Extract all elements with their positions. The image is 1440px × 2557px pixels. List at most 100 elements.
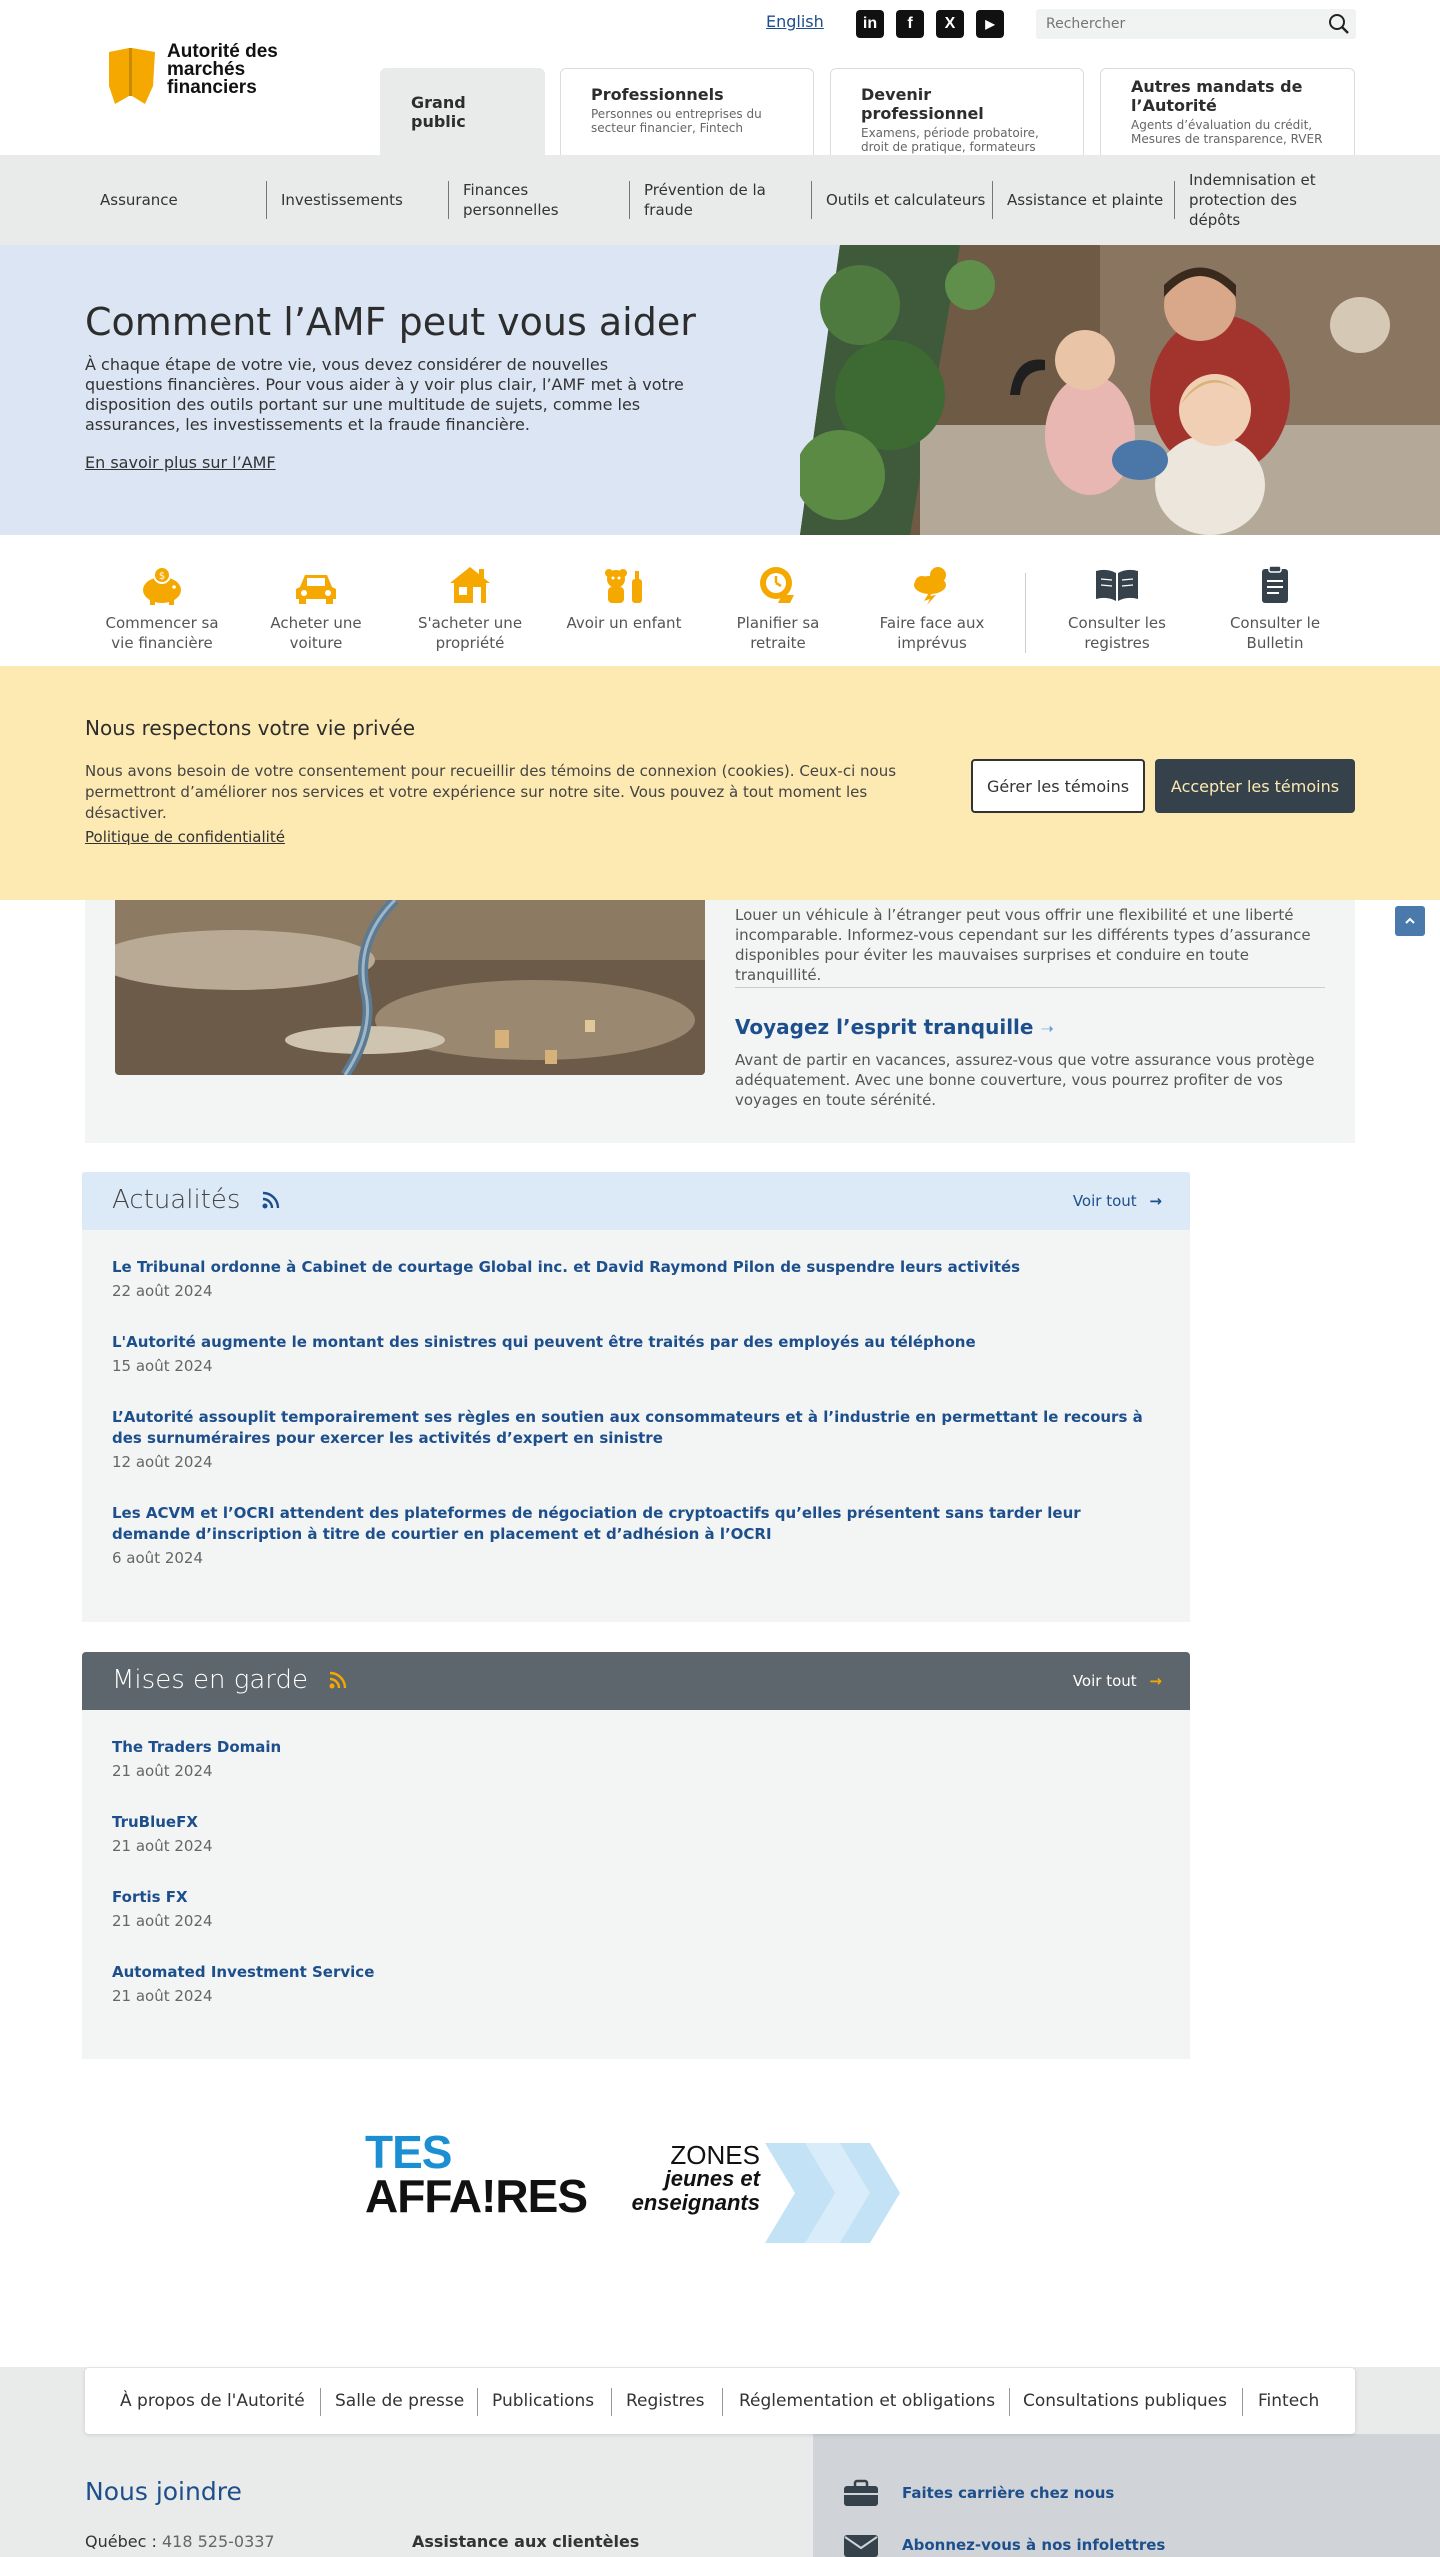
nav-item-assurance[interactable]: Assurance [85, 155, 265, 245]
quick-link-bulletin[interactable]: Consulter le Bulletin [1205, 565, 1345, 653]
footer-divider [1009, 2388, 1010, 2416]
feature-title-2-text: Voyagez l’esprit tranquille [735, 1015, 1034, 1039]
arrow-right-icon: ➝ [1040, 1019, 1054, 1038]
news-item-date: 15 août 2024 [112, 1357, 213, 1375]
quick-link-imprevus[interactable]: Faire face aux imprévus [862, 565, 1002, 653]
quick-link-label: Planifier sa retraite [736, 614, 820, 652]
logo-text: Autorité des marchés financiers [167, 41, 278, 98]
nav-item-finances-personnelles[interactable]: Finances personnelles [448, 155, 598, 245]
feature-title-2[interactable]: Voyagez l’esprit tranquille ➝ [735, 1015, 1054, 1039]
footer-link-fintech[interactable]: Fintech [1258, 2368, 1319, 2434]
arrow-right-icon: → [1149, 1672, 1162, 1690]
zones-jeunes-logo[interactable]: ZONES jeunes et enseignants [630, 2135, 910, 2245]
footer-link-reglementation[interactable]: Réglementation et obligations [739, 2368, 995, 2434]
rss-icon[interactable] [261, 1190, 281, 1210]
news-item-title: L'Autorité augmente le montant des sinis… [112, 1333, 976, 1351]
tab-professionnels-label: Professionnels [591, 85, 724, 104]
x-twitter-icon[interactable]: X [936, 10, 964, 38]
footer-link-salle-de-presse[interactable]: Salle de presse [335, 2368, 464, 2434]
news-item-date: 6 août 2024 [112, 1549, 204, 1567]
footer-link-a-propos[interactable]: À propos de l'Autorité [120, 2368, 305, 2434]
news-item-date: 12 août 2024 [112, 1453, 213, 1471]
chevron-up-icon [1405, 917, 1415, 924]
quick-link-voiture[interactable]: Acheter une voiture [246, 565, 386, 653]
news-header: Actualités Voir tout → [82, 1172, 1190, 1230]
amf-logo-mark-icon [109, 48, 155, 104]
feature-divider [735, 987, 1325, 988]
language-link[interactable]: English [766, 12, 824, 31]
accept-cookies-button[interactable]: Accepter les témoins [1155, 759, 1355, 813]
quick-link-registres[interactable]: Consulter les registres [1047, 565, 1187, 653]
nav-item-assistance-plainte[interactable]: Assistance et plainte [992, 155, 1172, 245]
rss-icon[interactable] [328, 1670, 348, 1690]
footer-careers-link[interactable]: Faites carrière chez nous [842, 2479, 1114, 2507]
privacy-policy-link[interactable]: Politique de confidentialité [85, 828, 285, 846]
warnings-header: Mises en garde Voir tout → [82, 1652, 1190, 1710]
nav-item-outils-calculateurs[interactable]: Outils et calculateurs [811, 155, 991, 245]
footer-newsletter-link[interactable]: Abonnez-vous à nos infolettres [842, 2533, 1165, 2557]
footer-divider [320, 2388, 321, 2416]
news-item[interactable]: Le Tribunal ordonne à Cabinet de courtag… [112, 1257, 1162, 1300]
quick-link-retraite[interactable]: Planifier sa retraite [708, 565, 848, 653]
warning-item-date: 21 août 2024 [112, 1762, 213, 1780]
news-see-all-link[interactable]: Voir tout → [1073, 1192, 1162, 1210]
quick-link-label: Commencer sa vie financière [105, 614, 219, 652]
linkedin-icon[interactable]: in [856, 10, 884, 38]
zones-line1: ZONES [670, 2140, 760, 2170]
feature-card: Louer un véhicule à l’étranger peut vous… [85, 900, 1355, 1143]
amf-logo[interactable]: Autorité des marchés financiers [107, 42, 307, 107]
quick-link-enfant[interactable]: Avoir un enfant [554, 565, 694, 633]
nav-item-prevention-fraude[interactable]: Prévention de la fraude [629, 155, 779, 245]
baby-icon [605, 569, 642, 603]
search-input[interactable] [1036, 9, 1316, 39]
footer-phone[interactable]: 418 525-0337 [162, 2532, 275, 2551]
warning-item[interactable]: The Traders Domain 21 août 2024 [112, 1737, 1162, 1780]
news-item[interactable]: Les ACVM et l’OCRI attendent des platefo… [112, 1503, 1162, 1567]
news-item[interactable]: L’Autorité assouplit temporairement ses … [112, 1407, 1162, 1471]
news-item-title: Le Tribunal ordonne à Cabinet de courtag… [112, 1258, 1021, 1276]
warning-item-date: 21 août 2024 [112, 1837, 213, 1855]
warning-item-date: 21 août 2024 [112, 1987, 213, 2005]
privacy-text: Nous avons besoin de votre consentement … [85, 762, 897, 822]
warning-item[interactable]: Fortis FX 21 août 2024 [112, 1887, 1162, 1930]
quick-link-commencer[interactable]: $ Commencer sa vie financière [92, 565, 232, 653]
tab-autres-label: Autres mandats de l’Autorité [1131, 77, 1303, 115]
manage-cookies-button[interactable]: Gérer les témoins [971, 759, 1145, 813]
nav-item-indemnisation[interactable]: Indemnisation et protection des dépôts [1174, 155, 1324, 245]
hero-banner: Comment l’AMF peut vous aider À chaque é… [0, 245, 1440, 535]
nav-item-investissements[interactable]: Investissements [266, 155, 446, 245]
facebook-icon[interactable]: f [896, 10, 924, 38]
youtube-icon[interactable]: ▶ [976, 10, 1004, 38]
tes-affaires-logo[interactable]: TES AFFA!RES [365, 2129, 605, 2240]
footer-divider [611, 2388, 612, 2416]
arrow-right-icon: → [1149, 1192, 1162, 1210]
tab-devenir-label: Devenir professionnel [861, 85, 984, 123]
warnings-see-all-link[interactable]: Voir tout → [1073, 1672, 1162, 1690]
tab-professionnels[interactable]: Professionnels Personnes ou entreprises … [560, 68, 814, 155]
tes-affaires-line2: AFFA!RES [365, 2170, 588, 2222]
back-to-top-button[interactable] [1395, 906, 1425, 936]
tab-autres-sub: Agents d’évaluation du crédit, Mesures d… [1131, 118, 1323, 146]
footer-link-consultations[interactable]: Consultations publiques [1023, 2368, 1227, 2434]
quick-divider [1025, 573, 1026, 653]
news-item[interactable]: L'Autorité augmente le montant des sinis… [112, 1332, 1162, 1375]
family-photo [800, 245, 1440, 535]
quick-link-propriete[interactable]: S'acheter une propriété [400, 565, 540, 653]
footer-link-registres[interactable]: Registres [626, 2368, 704, 2434]
cookie-consent-banner: Nous respectons votre vie privée Nous av… [0, 666, 1440, 900]
footer-link-publications[interactable]: Publications [492, 2368, 594, 2434]
envelope-icon [844, 2535, 878, 2557]
hero-learn-more-link[interactable]: En savoir plus sur l’AMF [85, 453, 276, 472]
tab-professionnels-sub: Personnes ou entreprises du secteur fina… [591, 107, 762, 135]
warnings-panel: Mises en garde Voir tout → The Traders D… [82, 1652, 1190, 2059]
tab-grand-public[interactable]: Grand public [380, 68, 545, 155]
tab-autres-mandats[interactable]: Autres mandats de l’Autorité Agents d’év… [1100, 68, 1355, 155]
warning-item-title: Automated Investment Service [112, 1963, 375, 1981]
warning-item[interactable]: Automated Investment Service 21 août 2024 [112, 1962, 1162, 2005]
search-icon[interactable] [1328, 13, 1350, 35]
life-events-bar: $ Commencer sa vie financière Acheter un… [0, 535, 1440, 670]
clock-money-icon [760, 567, 794, 603]
tab-devenir-professionnel[interactable]: Devenir professionnel Examens, période p… [830, 68, 1084, 155]
warning-item[interactable]: TruBlueFX 21 août 2024 [112, 1812, 1162, 1855]
news-see-all-text: Voir tout [1072, 1192, 1137, 1210]
